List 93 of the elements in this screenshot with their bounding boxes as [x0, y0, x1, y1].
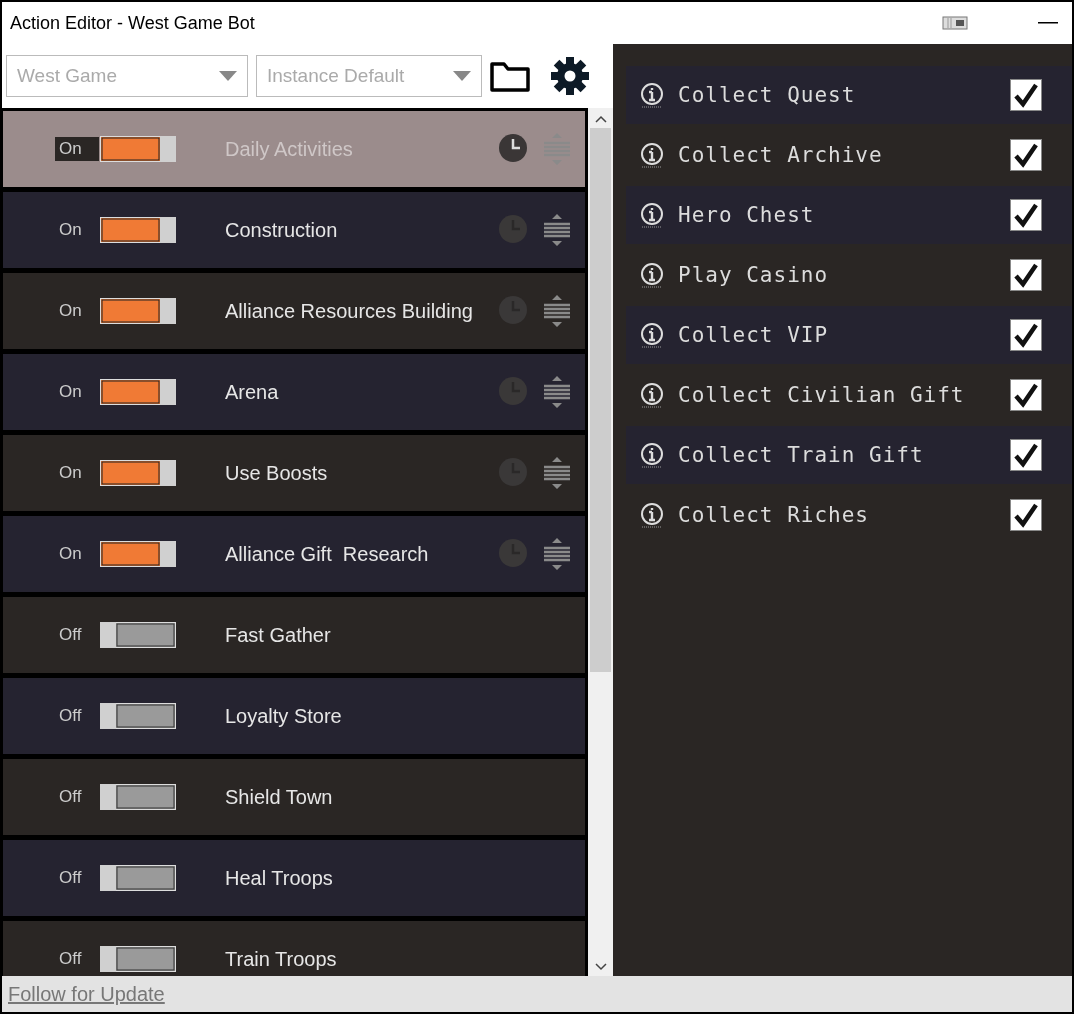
checkbox[interactable] — [1010, 79, 1042, 111]
toggle-state-label: Off — [58, 786, 83, 808]
info-icon[interactable] — [640, 82, 664, 108]
checkmark-icon — [1013, 262, 1039, 288]
info-icon[interactable] — [640, 262, 664, 288]
checkmark-icon — [1013, 82, 1039, 108]
drag-handle-icon[interactable] — [543, 456, 571, 490]
info-icon[interactable] — [640, 442, 664, 468]
action-row[interactable]: On Alliance Resources Building — [3, 273, 585, 349]
toggle-switch[interactable] — [100, 946, 176, 972]
action-name: Construction — [225, 218, 338, 242]
scrollbar-thumb[interactable] — [590, 128, 611, 672]
checkmark-icon — [1013, 382, 1039, 408]
folder-icon[interactable] — [490, 60, 530, 92]
info-icon[interactable] — [640, 142, 664, 168]
toggle-switch[interactable] — [100, 136, 176, 162]
action-row[interactable]: On Alliance Gift Research — [3, 516, 585, 592]
minimize-icon[interactable] — [1038, 21, 1058, 25]
action-name: Daily Activities — [225, 137, 353, 161]
toggle-state-label: Off — [58, 705, 83, 727]
checkbox[interactable] — [1010, 379, 1042, 411]
action-row[interactable]: On Daily Activities — [3, 111, 585, 187]
action-row[interactable]: Off Heal Troops — [3, 840, 585, 916]
checkmark-icon — [1013, 322, 1039, 348]
scroll-up-icon[interactable] — [594, 114, 607, 124]
action-name: Loyalty Store — [225, 704, 342, 728]
action-name: Train Troops — [225, 947, 337, 971]
action-row[interactable]: Off Loyalty Store — [3, 678, 585, 754]
toggle-state-label: Off — [58, 867, 83, 889]
action-name: Fast Gather — [225, 623, 331, 647]
toggle-state-label: On — [58, 300, 83, 322]
checkmark-icon — [1013, 202, 1039, 228]
task-name: Collect Archive — [678, 143, 884, 167]
info-icon[interactable] — [640, 502, 664, 528]
follow-link[interactable]: Follow for Update — [8, 982, 165, 1006]
info-icon[interactable] — [640, 202, 664, 228]
info-icon[interactable] — [640, 382, 664, 408]
checkbox[interactable] — [1010, 439, 1042, 471]
action-name: Use Boosts — [225, 461, 328, 485]
toggle-switch[interactable] — [100, 703, 176, 729]
action-name: Alliance Gift Research — [225, 542, 429, 566]
toggle-switch[interactable] — [100, 541, 176, 567]
toggle-state-label: On — [58, 543, 83, 565]
toggle-state-label: On — [58, 219, 83, 241]
task-name: Hero Chest — [678, 203, 816, 227]
action-row[interactable]: Off Shield Town — [3, 759, 585, 835]
settings-icon[interactable] — [550, 56, 590, 96]
drag-handle-icon[interactable] — [543, 294, 571, 328]
task-name: Collect Riches — [678, 503, 870, 527]
toggle-switch[interactable] — [100, 379, 176, 405]
action-name: Heal Troops — [225, 866, 333, 890]
info-icon[interactable] — [640, 322, 664, 348]
action-row[interactable]: On Use Boosts — [3, 435, 585, 511]
caret-icon — [219, 71, 237, 81]
action-row[interactable]: On Arena — [3, 354, 585, 430]
toggle-state-label: Off — [58, 624, 83, 646]
action-name: Alliance Resources Building — [225, 299, 473, 323]
task-name: Collect Train Gift — [678, 443, 925, 467]
caret-icon — [453, 71, 471, 81]
window-title: Action Editor - West Game Bot — [10, 12, 256, 34]
drag-handle-icon[interactable] — [543, 375, 571, 409]
toggle-state-label: On — [58, 462, 83, 484]
drag-handle-icon[interactable] — [543, 537, 571, 571]
toggle-switch[interactable] — [100, 622, 176, 648]
action-row[interactable]: Off Train Troops — [3, 921, 585, 976]
task-name: Play Casino — [678, 263, 830, 287]
checkmark-icon — [1013, 502, 1039, 528]
task-name: Collect VIP — [678, 323, 830, 347]
checkbox[interactable] — [1010, 499, 1042, 531]
action-row[interactable]: On Construction — [3, 192, 585, 268]
action-name: Shield Town — [225, 785, 333, 809]
action-row[interactable]: Off Fast Gather — [3, 597, 585, 673]
toggle-state-label: On — [55, 137, 99, 161]
scroll-down-icon[interactable] — [594, 962, 607, 972]
action-name: Arena — [225, 380, 279, 404]
checkmark-icon — [1013, 442, 1039, 468]
toggle-switch[interactable] — [100, 217, 176, 243]
task-name: Collect Quest — [678, 83, 857, 107]
toggle-state-label: Off — [58, 948, 83, 970]
checkmark-icon — [1013, 142, 1039, 168]
toggle-switch[interactable] — [100, 784, 176, 810]
toggle-switch[interactable] — [100, 865, 176, 891]
checkbox[interactable] — [1010, 319, 1042, 351]
checkbox[interactable] — [1010, 259, 1042, 291]
drag-handle-icon[interactable] — [543, 213, 571, 247]
toggle-switch[interactable] — [100, 460, 176, 486]
clock-icon[interactable] — [498, 133, 528, 163]
task-name: Collect Civilian Gift — [678, 383, 966, 407]
checkbox[interactable] — [1010, 199, 1042, 231]
checkbox[interactable] — [1010, 139, 1042, 171]
toggle-state-label: On — [58, 381, 83, 403]
window-mode-icon[interactable] — [942, 16, 968, 30]
toggle-switch[interactable] — [100, 298, 176, 324]
